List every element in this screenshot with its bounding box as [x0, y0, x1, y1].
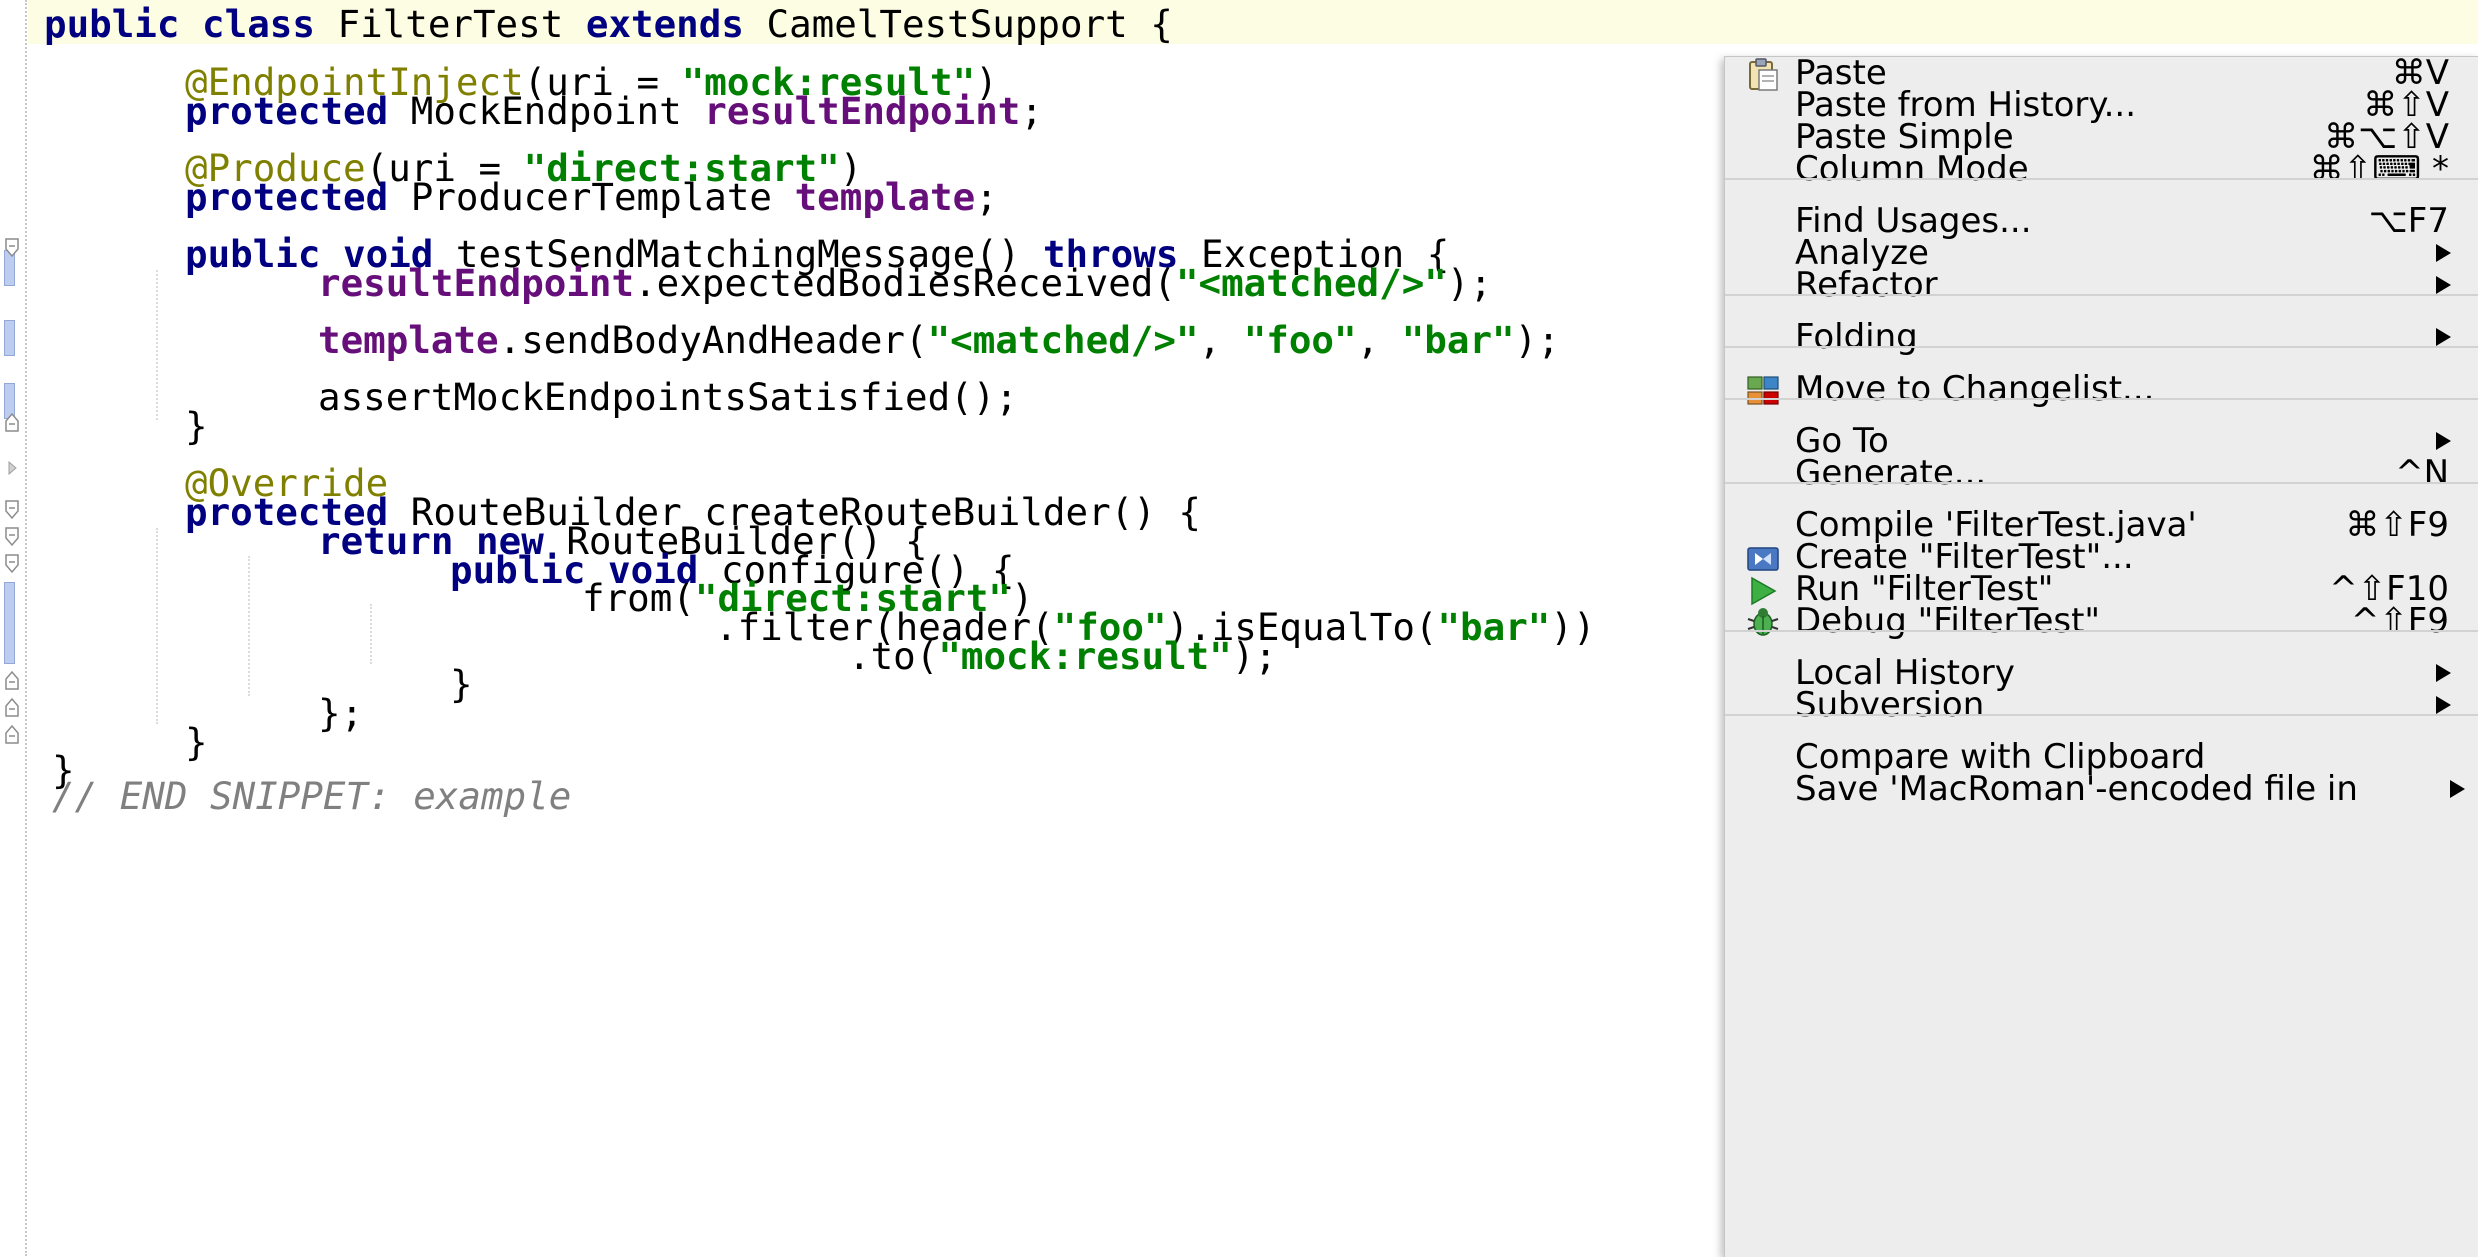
code-line-10: resultEndpoint.expectedBodiesReceived("<…: [318, 261, 1493, 305]
menu-item-move-to-changelist[interactable]: Move to Changelist...: [1725, 365, 2478, 413]
fold-open-icon[interactable]: [4, 238, 20, 258]
code-line-7: protected ProducerTemplate template;: [185, 175, 998, 219]
menu-label: Subversion: [1795, 685, 1985, 725]
code-line-28: // END SNIPPET: example: [52, 774, 572, 818]
submenu-arrow-icon: [2436, 244, 2451, 262]
code-line-25: };: [318, 691, 364, 735]
indent-guide: [370, 604, 372, 664]
menu-shortcut: ^⇧F9: [2350, 601, 2449, 641]
indent-guide: [156, 270, 158, 420]
submenu-arrow-icon: [2436, 328, 2451, 346]
menu-label: Debug "FilterTest": [1795, 601, 2101, 641]
change-marker[interactable]: [4, 582, 15, 664]
fold-open-icon[interactable]: [4, 500, 20, 520]
menu-item-folding[interactable]: Folding: [1725, 313, 2478, 361]
submenu-arrow-icon: [2436, 664, 2451, 682]
indent-guide: [248, 556, 250, 696]
submenu-arrow-icon: [2436, 276, 2451, 294]
gutter-separator: [25, 0, 27, 1256]
menu-item-save-encoded[interactable]: Save 'MacRoman'-encoded file in: [1725, 765, 2478, 813]
fold-close-icon[interactable]: [4, 412, 20, 432]
menu-label: Column Mode: [1795, 149, 2029, 189]
menu-item-subversion[interactable]: Subversion: [1725, 681, 2478, 729]
menu-separator: [1725, 482, 2478, 484]
menu-shortcut: ^N: [2395, 453, 2449, 493]
menu-label: Generate...: [1795, 453, 1987, 493]
menu-item-debug[interactable]: Debug "FilterTest" ^⇧F9: [1725, 597, 2478, 645]
changelist-icon: [1745, 373, 1781, 409]
code-line-23: .to("mock:result");: [848, 634, 1277, 678]
menu-label: Save 'MacRoman'-encoded file in: [1795, 769, 2358, 809]
debug-icon: [1745, 605, 1781, 641]
fold-open-icon[interactable]: [4, 554, 20, 574]
menu-item-refactor[interactable]: Refactor: [1725, 261, 2478, 309]
menu-separator: [1725, 294, 2478, 296]
menu-item-column-mode[interactable]: Column Mode ⌘⇧⌨ *: [1725, 145, 2478, 193]
fold-close-icon[interactable]: [4, 670, 20, 690]
menu-label: Move to Changelist...: [1795, 369, 2155, 409]
code-line-12: template.sendBodyAndHeader("<matched/>",…: [318, 318, 1560, 362]
submenu-arrow-icon: [2436, 432, 2451, 450]
code-line-1: public class FilterTest extends CamelTes…: [44, 2, 1173, 46]
fold-close-icon[interactable]: [4, 724, 20, 744]
menu-label: Folding: [1795, 317, 1918, 357]
fold-collapsed-icon[interactable]: [4, 458, 20, 478]
menu-item-generate[interactable]: Generate... ^N: [1725, 449, 2478, 497]
code-line-24: }: [450, 662, 473, 706]
menu-shortcut: ⌘⇧⌨ *: [2309, 149, 2449, 189]
change-marker[interactable]: [4, 320, 15, 356]
menu-separator: [1725, 178, 2478, 180]
fold-close-icon[interactable]: [4, 697, 20, 717]
submenu-arrow-icon: [2436, 696, 2451, 714]
menu-label: Refactor: [1795, 265, 1938, 305]
menu-separator: [1725, 346, 2478, 348]
code-line-14: assertMockEndpointsSatisfied();: [318, 375, 1018, 419]
editor-gutter: [0, 0, 28, 1256]
menu-separator: [1725, 714, 2478, 716]
editor-context-menu: Paste ⌘V Paste from History... ⌘⇧V Paste…: [1724, 56, 2478, 1257]
submenu-arrow-icon: [2450, 780, 2465, 798]
code-line-4: protected MockEndpoint resultEndpoint;: [185, 89, 1043, 133]
fold-open-icon[interactable]: [4, 527, 20, 547]
indent-guide: [156, 528, 158, 724]
menu-separator: [1725, 398, 2478, 400]
code-line-15: }: [185, 404, 208, 448]
code-line-26: }: [185, 720, 208, 764]
menu-separator: [1725, 630, 2478, 632]
